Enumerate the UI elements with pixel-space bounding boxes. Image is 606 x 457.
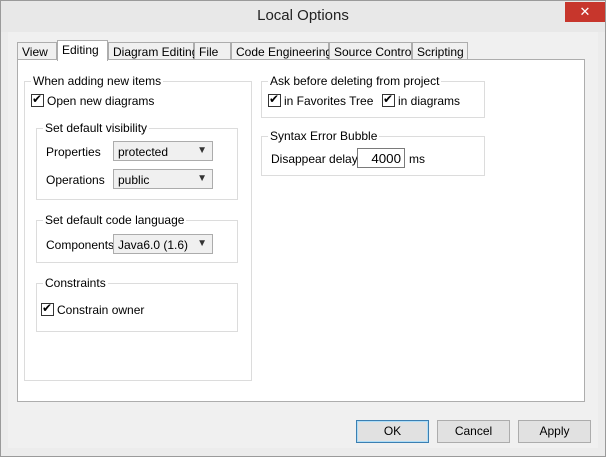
chevron-down-icon: ▼	[197, 145, 207, 156]
dialog-title: Local Options	[257, 7, 349, 24]
syntax-error-group: Syntax Error Bubble Disappear delay: ms	[261, 129, 485, 176]
default-visibility-group: Set default visibility Properties protec…	[36, 121, 238, 200]
tab-diagram-editing[interactable]: Diagram Editing	[108, 42, 198, 60]
in-favorites-tree-label: in Favorites Tree	[284, 94, 374, 108]
checkbox-box: ✔	[268, 92, 281, 107]
in-favorites-tree-checkbox[interactable]: ✔ in Favorites Tree	[268, 92, 374, 108]
check-icon: ✔	[269, 92, 280, 106]
new-items-legend: When adding new items	[31, 74, 164, 88]
open-new-diagrams-label: Open new diagrams	[47, 94, 155, 108]
components-label: Components	[46, 238, 115, 252]
title-bar[interactable]: Local Options ✕	[1, 1, 605, 32]
tab-file[interactable]: File	[194, 42, 231, 60]
in-diagrams-checkbox[interactable]: ✔ in diagrams	[382, 92, 461, 108]
checkbox-box: ✔	[382, 92, 395, 107]
close-button[interactable]: ✕	[565, 2, 605, 22]
tab-code-engineering[interactable]: Code Engineering	[231, 42, 332, 60]
code-language-group: Set default code language Components Jav…	[36, 213, 238, 263]
disappear-delay-input[interactable]	[357, 148, 405, 168]
new-items-group: When adding new items ✔ Open new diagrams…	[24, 74, 252, 381]
operations-visibility-value: public	[118, 173, 150, 187]
tab-view[interactable]: View	[17, 42, 57, 60]
operations-label: Operations	[46, 173, 105, 187]
apply-button[interactable]: Apply	[518, 420, 591, 443]
cancel-button[interactable]: Cancel	[437, 420, 510, 443]
tab-source-control[interactable]: Source Control	[329, 42, 414, 60]
components-language-select[interactable]: Java6.0 (1.6) ▼	[113, 234, 213, 254]
chevron-down-icon: ▼	[197, 238, 207, 249]
check-icon: ✔	[383, 92, 394, 106]
constraints-group: Constraints ✔ Constrain owner	[36, 276, 238, 332]
tab-scripting[interactable]: Scripting	[412, 42, 468, 60]
open-new-diagrams-checkbox[interactable]: ✔ Open new diagrams	[31, 92, 155, 108]
local-options-dialog: Local Options ✕ View Editing Diagram Edi…	[0, 0, 606, 457]
properties-label: Properties	[46, 145, 101, 159]
components-language-value: Java6.0 (1.6)	[118, 238, 189, 252]
close-icon: ✕	[579, 4, 591, 19]
tab-editing[interactable]: Editing	[57, 40, 108, 61]
chevron-down-icon: ▼	[197, 173, 207, 184]
checkbox-box: ✔	[31, 92, 44, 107]
operations-visibility-select[interactable]: public ▼	[113, 169, 213, 189]
default-visibility-legend: Set default visibility	[43, 121, 150, 135]
check-icon: ✔	[32, 92, 43, 106]
check-icon: ✔	[42, 301, 53, 315]
ask-delete-group: Ask before deleting from project ✔ in Fav…	[261, 74, 485, 118]
delay-unit-label: ms	[409, 152, 425, 166]
constrain-owner-checkbox[interactable]: ✔ Constrain owner	[41, 301, 145, 317]
ask-delete-legend: Ask before deleting from project	[268, 74, 442, 88]
constrain-owner-label: Constrain owner	[57, 303, 145, 317]
properties-visibility-value: protected	[118, 145, 169, 159]
editing-panel: When adding new items ✔ Open new diagrams…	[17, 59, 585, 402]
constraints-legend: Constraints	[43, 276, 108, 290]
properties-visibility-select[interactable]: protected ▼	[113, 141, 213, 161]
in-diagrams-label: in diagrams	[398, 94, 461, 108]
dialog-client: View Editing Diagram Editing File Code E…	[8, 32, 598, 448]
disappear-delay-label: Disappear delay:	[271, 152, 362, 166]
ok-button[interactable]: OK	[356, 420, 429, 443]
code-language-legend: Set default code language	[43, 213, 187, 227]
syntax-error-legend: Syntax Error Bubble	[268, 129, 380, 143]
checkbox-box: ✔	[41, 301, 54, 316]
